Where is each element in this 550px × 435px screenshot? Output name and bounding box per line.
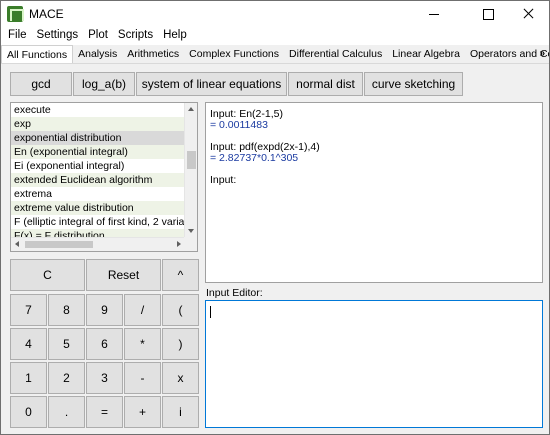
list-vertical-scrollbar[interactable] [184,103,197,237]
key-3[interactable]: 3 [86,362,123,394]
key-x[interactable]: x [162,362,199,394]
reset-button[interactable]: Reset [86,259,161,291]
menu-plot[interactable]: Plot [83,27,113,45]
tab-arithmetics[interactable]: Arithmetics [122,45,184,63]
category-tabs: All Functions Analysis Arithmetics Compl… [1,45,549,64]
title-bar: MACE [1,1,549,27]
minimize-icon[interactable] [411,1,457,27]
key-0[interactable]: 0 [10,396,47,428]
tab-differential-calculus[interactable]: Differential Calculus [284,45,387,63]
key-2[interactable]: 2 [48,362,85,394]
scroll-corner [184,237,197,251]
list-item[interactable]: F (elliptic integral of first kind, 2 va… [11,215,184,229]
key-9[interactable]: 9 [86,294,123,326]
window-title: MACE [29,7,64,21]
normal-dist-button[interactable]: normal dist [288,72,363,96]
input-editor-label: Input Editor: [206,287,263,299]
list-item[interactable]: extended Euclidean algorithm [11,173,184,187]
key-plus[interactable]: + [124,396,161,428]
log-button[interactable]: log_a(b) [73,72,135,96]
scroll-thumb[interactable] [187,151,196,169]
tab-all-functions[interactable]: All Functions [1,45,74,63]
list-item[interactable]: execute [11,103,184,117]
menu-settings[interactable]: Settings [32,27,84,45]
menu-bar: File Settings Plot Scripts Help [1,27,549,45]
app-icon [7,6,24,22]
key-open-paren[interactable]: ( [162,294,199,326]
tab-linear-algebra[interactable]: Linear Algebra [387,45,465,63]
input-editor[interactable] [205,300,543,428]
clear-button[interactable]: C [10,259,85,291]
menu-help[interactable]: Help [158,27,192,45]
key-equals[interactable]: = [86,396,123,428]
scroll-down-icon[interactable] [188,229,194,233]
scroll-thumb[interactable] [25,241,93,248]
tab-scroll-icon[interactable]: » [539,48,545,59]
list-item[interactable]: Ei (exponential integral) [11,159,184,173]
key-1[interactable]: 1 [10,362,47,394]
key-6[interactable]: 6 [86,328,123,360]
output-prompt: Input: [210,174,237,186]
key-minus[interactable]: - [124,362,161,394]
output-panel: Input: En(2-1,5) = 0.0011483 Input: pdf(… [205,102,543,283]
key-8[interactable]: 8 [48,294,85,326]
key-close-paren[interactable]: ) [162,328,199,360]
main-window: MACE File Settings Plot Scripts Help All… [0,0,550,435]
system-of-linear-equations-button[interactable]: system of linear equations [136,72,287,96]
close-icon[interactable] [505,1,549,27]
list-item[interactable]: extreme value distribution [11,201,184,215]
key-multiply[interactable]: * [124,328,161,360]
function-list[interactable]: execute exp exponential distribution En … [10,102,198,252]
menu-scripts[interactable]: Scripts [113,27,158,45]
key-dot[interactable]: . [48,396,85,428]
list-item-selected[interactable]: exponential distribution [11,131,184,145]
menu-file[interactable]: File [1,27,32,45]
output-result-line: = 2.82737*0.1^305 [210,152,299,164]
key-4[interactable]: 4 [10,328,47,360]
key-7[interactable]: 7 [10,294,47,326]
list-item[interactable]: En (exponential integral) [11,145,184,159]
tab-complex-functions[interactable]: Complex Functions [184,45,284,63]
list-item[interactable]: extrema [11,187,184,201]
key-i[interactable]: i [162,396,199,428]
curve-sketching-button[interactable]: curve sketching [364,72,463,96]
gcd-button[interactable]: gcd [10,72,72,96]
output-result-line: = 0.0011483 [210,119,268,131]
tab-analysis[interactable]: Analysis [73,45,122,63]
key-5[interactable]: 5 [48,328,85,360]
tab-operators-and-commands[interactable]: Operators and Commands [465,45,549,63]
power-button[interactable]: ^ [162,259,199,291]
list-item[interactable]: exp [11,117,184,131]
list-horizontal-scrollbar[interactable] [11,237,185,251]
text-caret [210,306,211,318]
scroll-right-icon[interactable] [177,241,181,247]
scroll-up-icon[interactable] [188,107,194,111]
key-divide[interactable]: / [124,294,161,326]
scroll-left-icon[interactable] [15,241,19,247]
